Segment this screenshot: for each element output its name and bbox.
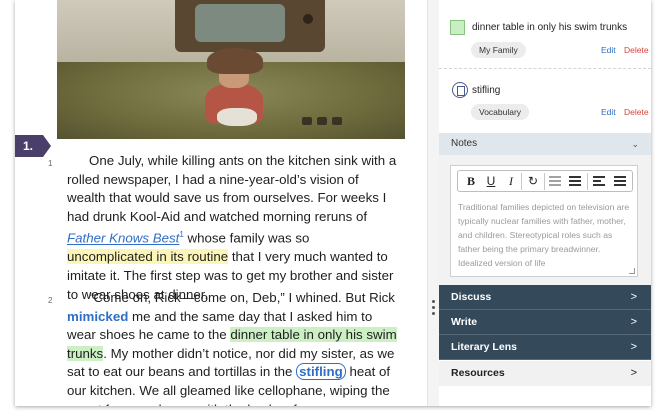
notes-text[interactable]: Traditional families depicted on televis… — [458, 200, 632, 274]
tv-shape — [175, 0, 325, 52]
link-icon[interactable]: ↻ — [524, 173, 542, 189]
indent-icon[interactable] — [566, 173, 584, 189]
resize-grip-icon[interactable] — [629, 268, 635, 274]
toy-animals — [302, 112, 362, 126]
story-photo — [57, 0, 405, 139]
annotation-tag[interactable]: My Family — [471, 42, 526, 58]
chevron-right-icon: > — [630, 341, 637, 353]
delete-link[interactable]: Delete — [624, 45, 649, 55]
chevron-right-icon: > — [630, 291, 637, 303]
annotation-card[interactable]: dinner table in only his swim trunks My … — [439, 0, 651, 69]
paragraph-number: 1 — [48, 159, 53, 168]
delete-link[interactable]: Delete — [624, 107, 649, 117]
section-marker: 1. — [15, 135, 51, 157]
pane-splitter[interactable] — [427, 0, 439, 406]
chevron-right-icon: > — [630, 367, 637, 379]
annotation-title: dinner table in only his swim trunks — [472, 22, 628, 33]
chevron-right-icon: > — [630, 316, 637, 328]
annotation-tag[interactable]: Vocabulary — [471, 104, 530, 120]
bullet-list-icon[interactable] — [611, 173, 629, 189]
notes-header[interactable]: Notes ⌄ — [439, 133, 651, 155]
editor-toolbar: B U I ↻ — [457, 170, 633, 192]
section-discuss[interactable]: Discuss > — [439, 285, 651, 310]
highlight-color-swatch — [450, 20, 465, 35]
align-left-icon[interactable] — [590, 173, 608, 189]
highlight-yellow[interactable]: uncomplicated in its routine — [67, 249, 229, 265]
chevron-down-icon[interactable]: ⌄ — [631, 133, 639, 155]
bold-button[interactable]: B — [462, 173, 480, 189]
drag-handle-icon[interactable] — [432, 300, 436, 318]
section-write[interactable]: Write > — [439, 310, 651, 335]
section-literary-lens[interactable]: Literary Lens > — [439, 335, 651, 360]
annotation-title: stifling — [472, 85, 501, 96]
footnote-link[interactable]: Father Knows Best — [67, 231, 179, 246]
notes-panel: B U I ↻ Traditional families depicted on… — [439, 155, 651, 285]
notes-editor[interactable]: B U I ↻ Traditional families depicted on… — [450, 165, 638, 277]
reading-pane[interactable]: 1. 1 One July, while killing ants on the… — [15, 0, 427, 406]
vocab-word-mimicked[interactable]: mimicked — [67, 309, 128, 324]
edit-link[interactable]: Edit — [601, 45, 616, 55]
section-resources[interactable]: Resources > — [439, 361, 651, 386]
paragraph-2[interactable]: “Come on, Rick—come on, Deb,” I whined. … — [67, 289, 397, 406]
outdent-icon[interactable] — [546, 173, 564, 189]
side-panel: dinner table in only his swim trunks My … — [439, 0, 651, 406]
edit-link[interactable]: Edit — [601, 107, 616, 117]
italic-button[interactable]: I — [502, 173, 520, 189]
paragraph-1[interactable]: One July, while killing ants on the kitc… — [67, 152, 397, 304]
child-figure — [197, 48, 269, 128]
underline-button[interactable]: U — [482, 173, 500, 189]
paragraph-number: 2 — [48, 296, 53, 305]
vocab-word-stifling[interactable]: stifling — [296, 363, 346, 381]
annotation-card[interactable]: stifling Vocabulary Edit Delete — [439, 70, 651, 132]
app-window: 1. 1 One July, while killing ants on the… — [15, 0, 651, 406]
